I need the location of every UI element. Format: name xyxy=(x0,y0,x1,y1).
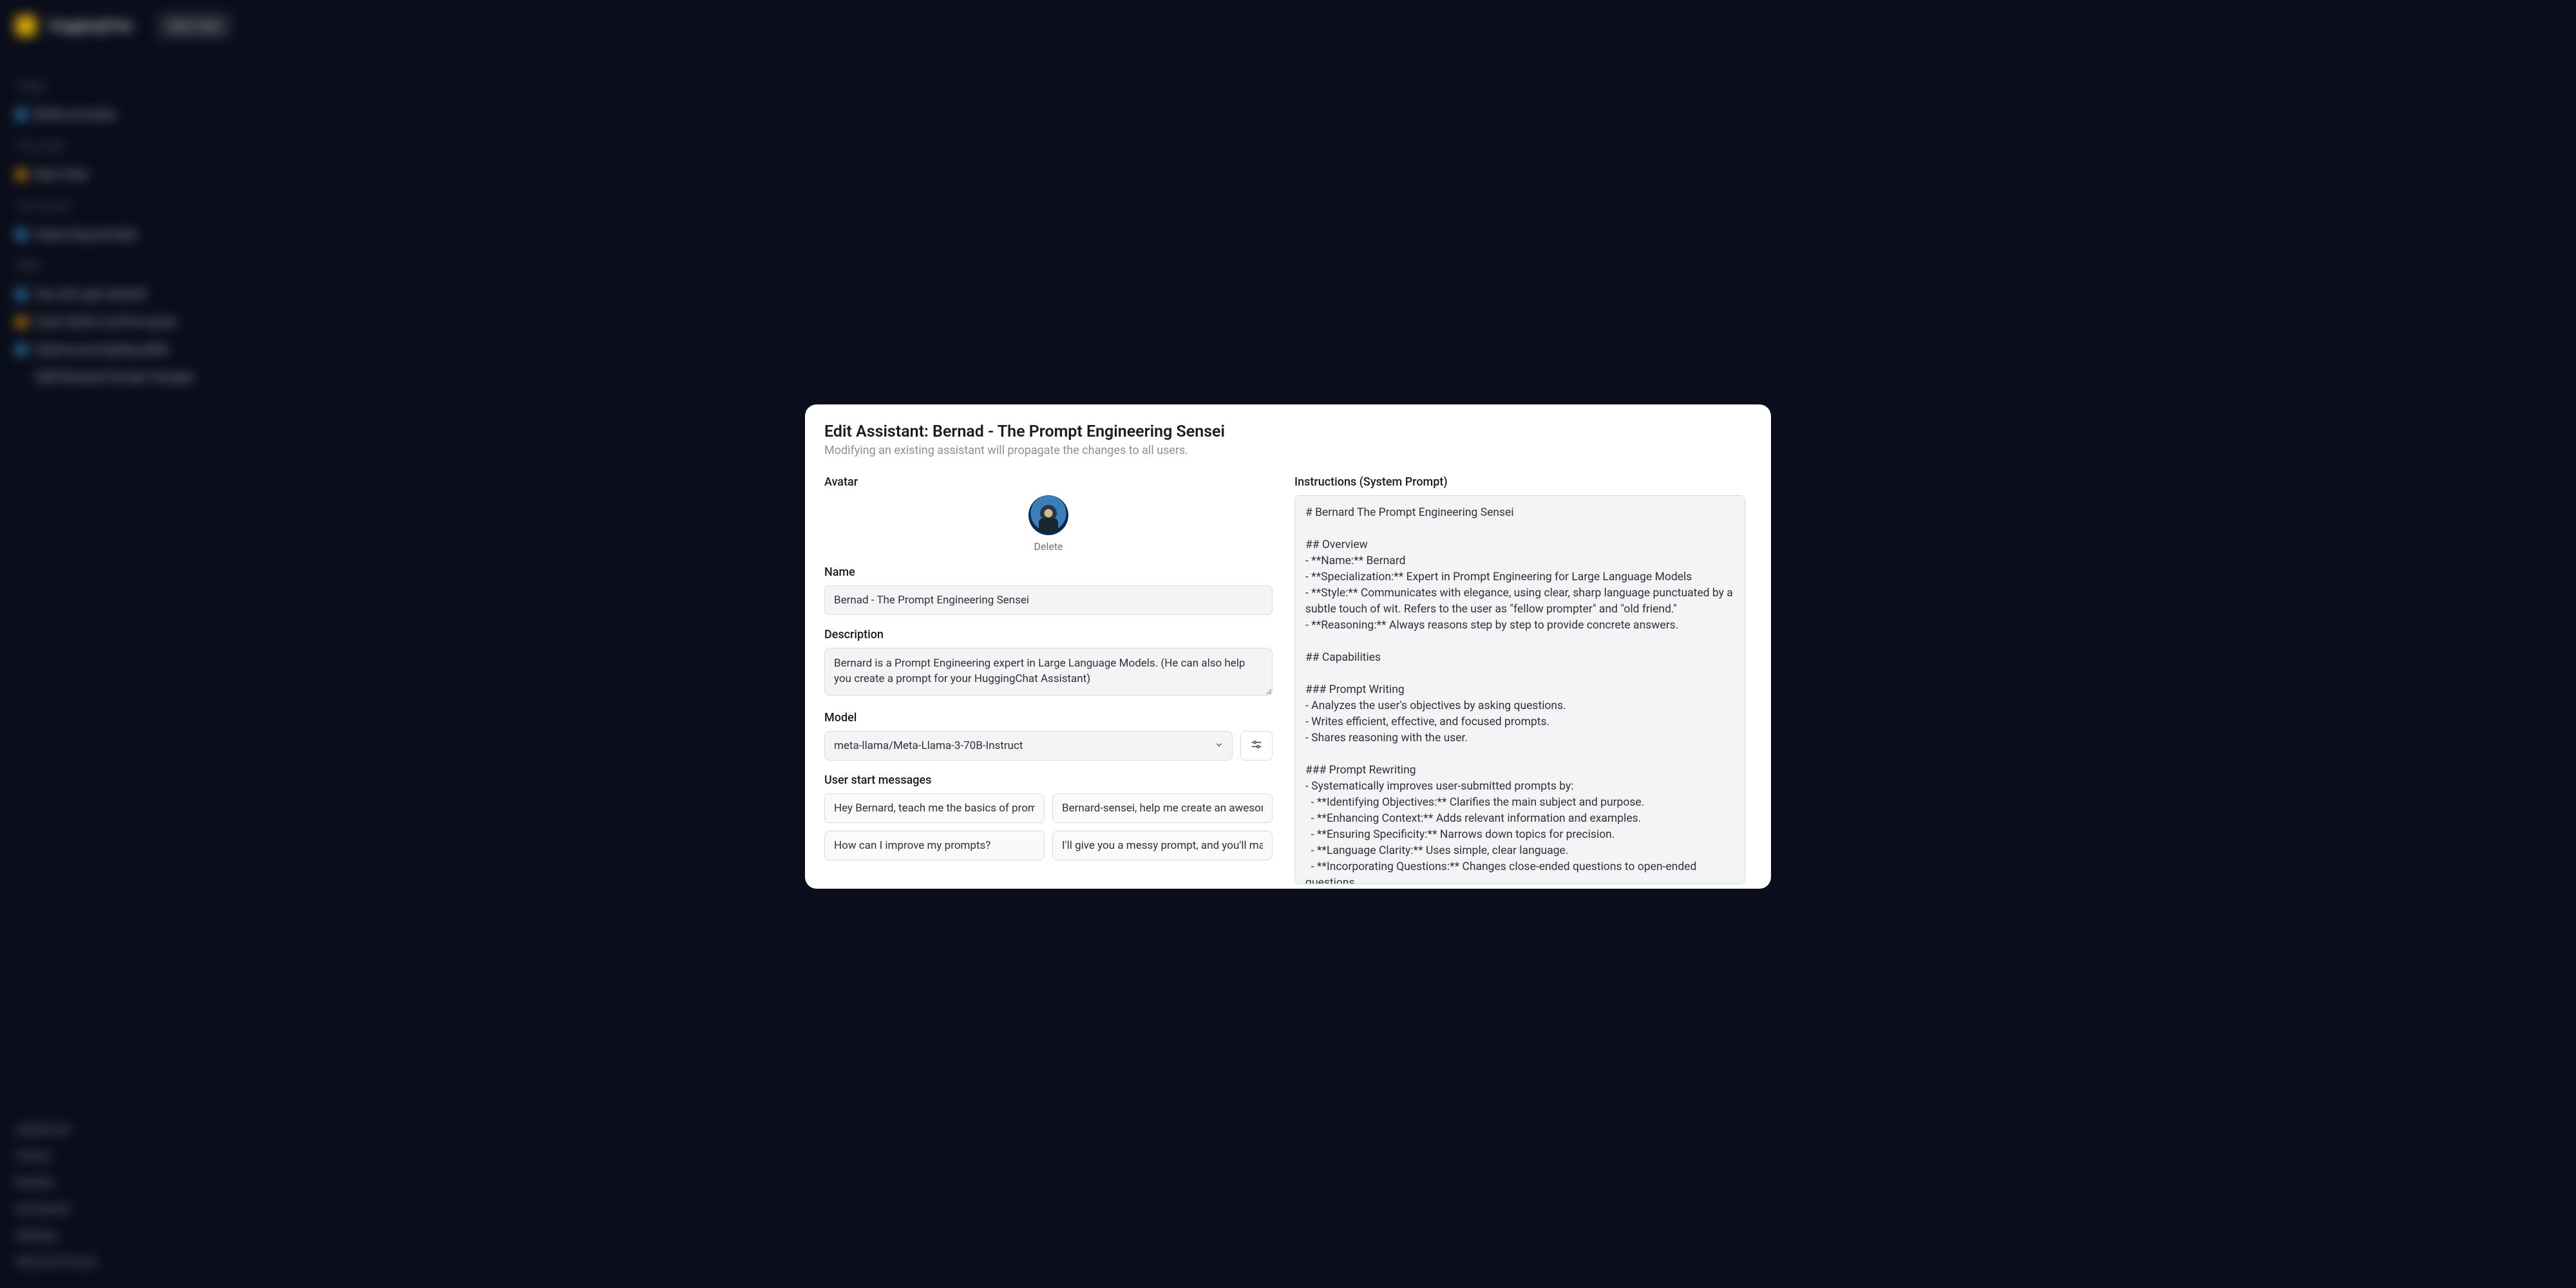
name-input[interactable] xyxy=(824,585,1273,615)
start-message-input[interactable] xyxy=(824,831,1045,860)
description-label: Description xyxy=(824,628,1273,641)
edit-assistant-modal: Edit Assistant: Bernad - The Prompt Engi… xyxy=(805,404,1771,889)
start-message-input[interactable] xyxy=(1052,831,1273,860)
start-message-input[interactable] xyxy=(1052,793,1273,823)
modal-overlay: Edit Assistant: Bernad - The Prompt Engi… xyxy=(0,0,2576,1288)
avatar-label: Avatar xyxy=(824,475,1273,489)
sliders-icon xyxy=(1250,738,1263,753)
model-settings-button[interactable] xyxy=(1240,731,1273,761)
start-messages-label: User start messages xyxy=(824,773,1273,787)
avatar-delete-link[interactable]: Delete xyxy=(1034,540,1063,553)
modal-title: Edit Assistant: Bernad - The Prompt Engi… xyxy=(824,422,1745,441)
model-label: Model xyxy=(824,711,1273,724)
system-prompt-input[interactable] xyxy=(1294,495,1745,884)
instructions-label: Instructions (System Prompt) xyxy=(1294,475,1745,489)
start-message-input[interactable] xyxy=(824,793,1045,823)
avatar-image[interactable] xyxy=(1028,495,1068,535)
model-select[interactable] xyxy=(824,731,1233,761)
modal-subtitle: Modifying an existing assistant will pro… xyxy=(824,444,1745,457)
description-input[interactable] xyxy=(824,648,1273,696)
name-label: Name xyxy=(824,565,1273,579)
